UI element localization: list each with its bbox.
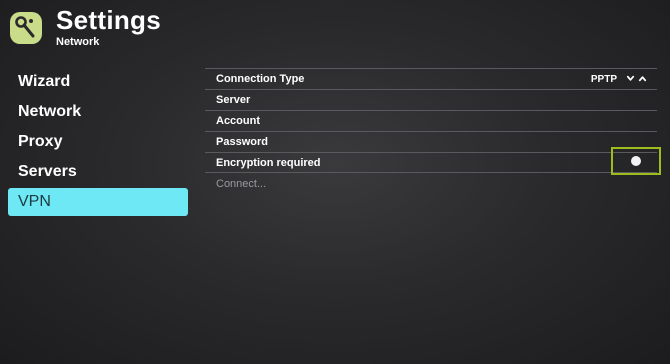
sidebar-item-proxy[interactable]: Proxy bbox=[8, 128, 188, 156]
title-block: Settings Network bbox=[56, 6, 161, 49]
encryption-required-row[interactable]: Encryption required bbox=[205, 147, 661, 175]
sidebar: Wizard Network Proxy Servers VPN bbox=[8, 68, 188, 218]
connection-type-label: Connection Type bbox=[216, 73, 305, 85]
sidebar-item-network[interactable]: Network bbox=[8, 98, 188, 126]
password-label: Password bbox=[216, 136, 268, 148]
connection-type-row[interactable]: Connection Type PPTP bbox=[205, 68, 657, 89]
server-label: Server bbox=[216, 94, 251, 106]
password-row[interactable]: Password bbox=[205, 131, 657, 152]
chevron-up-icon[interactable] bbox=[638, 74, 647, 83]
server-row[interactable]: Server bbox=[205, 89, 657, 110]
connect-button[interactable]: Connect... bbox=[205, 173, 657, 194]
sidebar-item-servers[interactable]: Servers bbox=[8, 158, 188, 186]
encryption-required-toggle[interactable] bbox=[611, 147, 661, 175]
encryption-required-label: Encryption required bbox=[216, 156, 321, 169]
app-logo-icon bbox=[10, 12, 42, 44]
sidebar-item-vpn[interactable]: VPN bbox=[8, 188, 188, 216]
account-row[interactable]: Account bbox=[205, 110, 657, 131]
header: Settings Network bbox=[8, 6, 161, 49]
page-title: Settings bbox=[56, 5, 161, 35]
sidebar-item-wizard[interactable]: Wizard bbox=[8, 68, 188, 96]
connection-type-spinner[interactable] bbox=[626, 74, 647, 83]
page-subtitle: Network bbox=[56, 36, 100, 48]
connection-type-value: PPTP bbox=[590, 73, 617, 85]
vpn-settings-list: Connection Type PPTP Server Account Pass… bbox=[205, 68, 661, 194]
chevron-down-icon[interactable] bbox=[626, 74, 635, 83]
account-label: Account bbox=[216, 115, 260, 127]
toggle-knob bbox=[631, 156, 641, 166]
